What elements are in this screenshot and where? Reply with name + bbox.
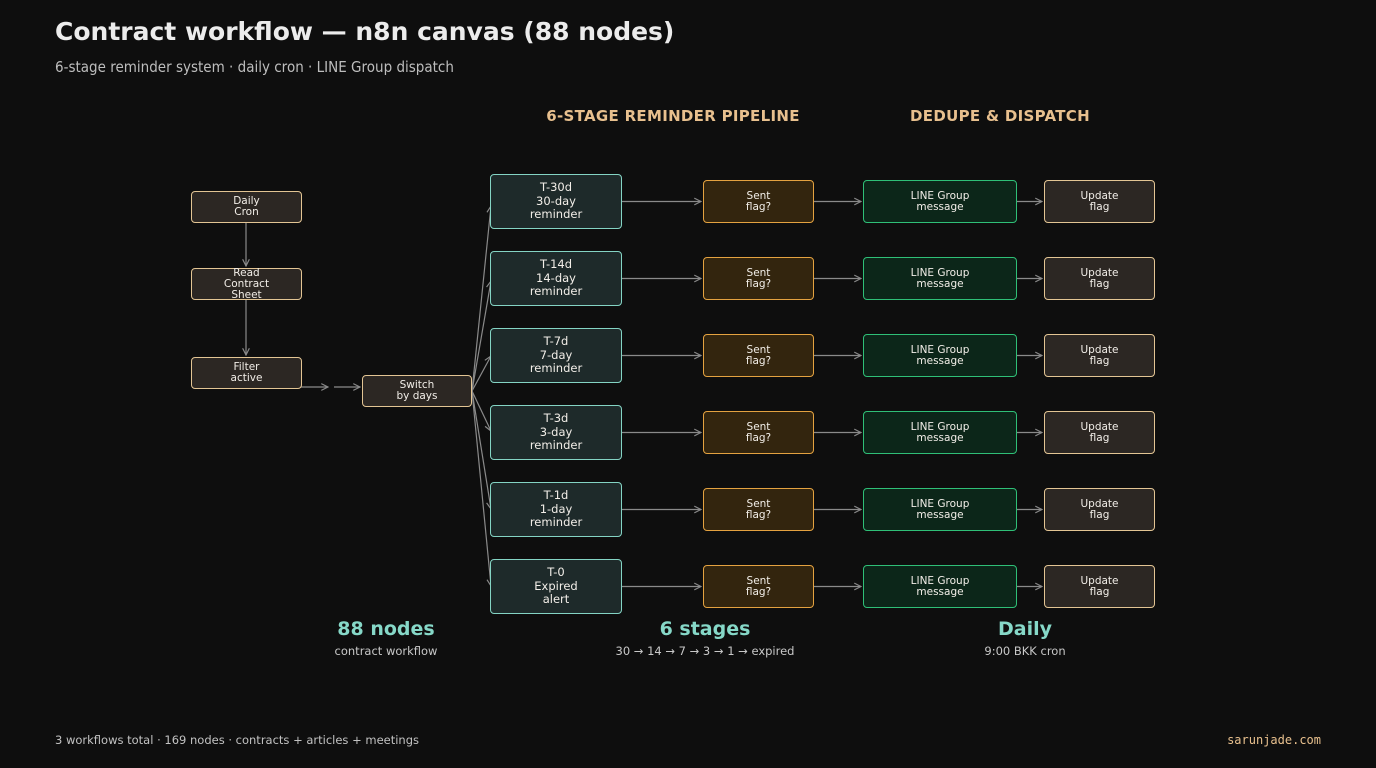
stat-label: 9:00 BKK cron [984,644,1066,658]
sent-flag-check-node[interactable]: Sent flag? [703,180,814,223]
sent-flag-check-node[interactable]: Sent flag? [703,257,814,300]
sent-flag-check-node[interactable]: Sent flag? [703,488,814,531]
read-contract-sheet-node[interactable]: Read Contract Sheet [191,267,302,300]
update-flag-node[interactable]: Update flag [1044,565,1155,608]
footer-summary: 3 workflows total · 169 nodes · contract… [55,733,420,747]
line-group-message-node[interactable]: LINE Group message [863,488,1017,531]
stat-label: 30 → 14 → 7 → 3 → 1 → expired [615,644,795,658]
reminder-node[interactable]: T-30d 30-day reminder [490,174,622,229]
reminder-node[interactable]: T-0 Expired alert [490,559,622,614]
line-group-message-node[interactable]: LINE Group message [863,180,1017,223]
update-flag-node[interactable]: Update flag [1044,180,1155,223]
stat-stages: 6 stages 30 → 14 → 7 → 3 → 1 → expired [616,618,795,658]
stat-value: Daily [997,618,1053,640]
update-flag-node[interactable]: Update flag [1044,411,1155,454]
stat-nodes: 88 nodes contract workflow [335,618,438,658]
reminder-node[interactable]: T-1d 1-day reminder [490,482,622,537]
stat-label: contract workflow [334,644,438,658]
reminder-node[interactable]: T-14d 14-day reminder [490,251,622,306]
update-flag-node[interactable]: Update flag [1044,488,1155,531]
switch-by-days-node[interactable]: Switch by days [362,375,472,407]
stat-value: 6 stages [659,618,751,640]
reminder-node[interactable]: T-3d 3-day reminder [490,405,622,460]
footer-site-link[interactable]: sarunjade.com [1227,733,1321,747]
reminder-node[interactable]: T-7d 7-day reminder [490,328,622,383]
line-group-message-node[interactable]: LINE Group message [863,411,1017,454]
sent-flag-check-node[interactable]: Sent flag? [703,334,814,377]
sent-flag-check-node[interactable]: Sent flag? [703,565,814,608]
update-flag-node[interactable]: Update flag [1044,257,1155,300]
stat-value: 88 nodes [337,618,435,640]
line-group-message-node[interactable]: LINE Group message [863,334,1017,377]
daily-cron-node[interactable]: Daily Cron [191,191,302,223]
line-group-message-node[interactable]: LINE Group message [863,257,1017,300]
filter-active-node[interactable]: Filter active [191,357,302,389]
sent-flag-check-node[interactable]: Sent flag? [703,411,814,454]
stat-schedule: Daily 9:00 BKK cron [984,618,1065,658]
update-flag-node[interactable]: Update flag [1044,334,1155,377]
line-group-message-node[interactable]: LINE Group message [863,565,1017,608]
